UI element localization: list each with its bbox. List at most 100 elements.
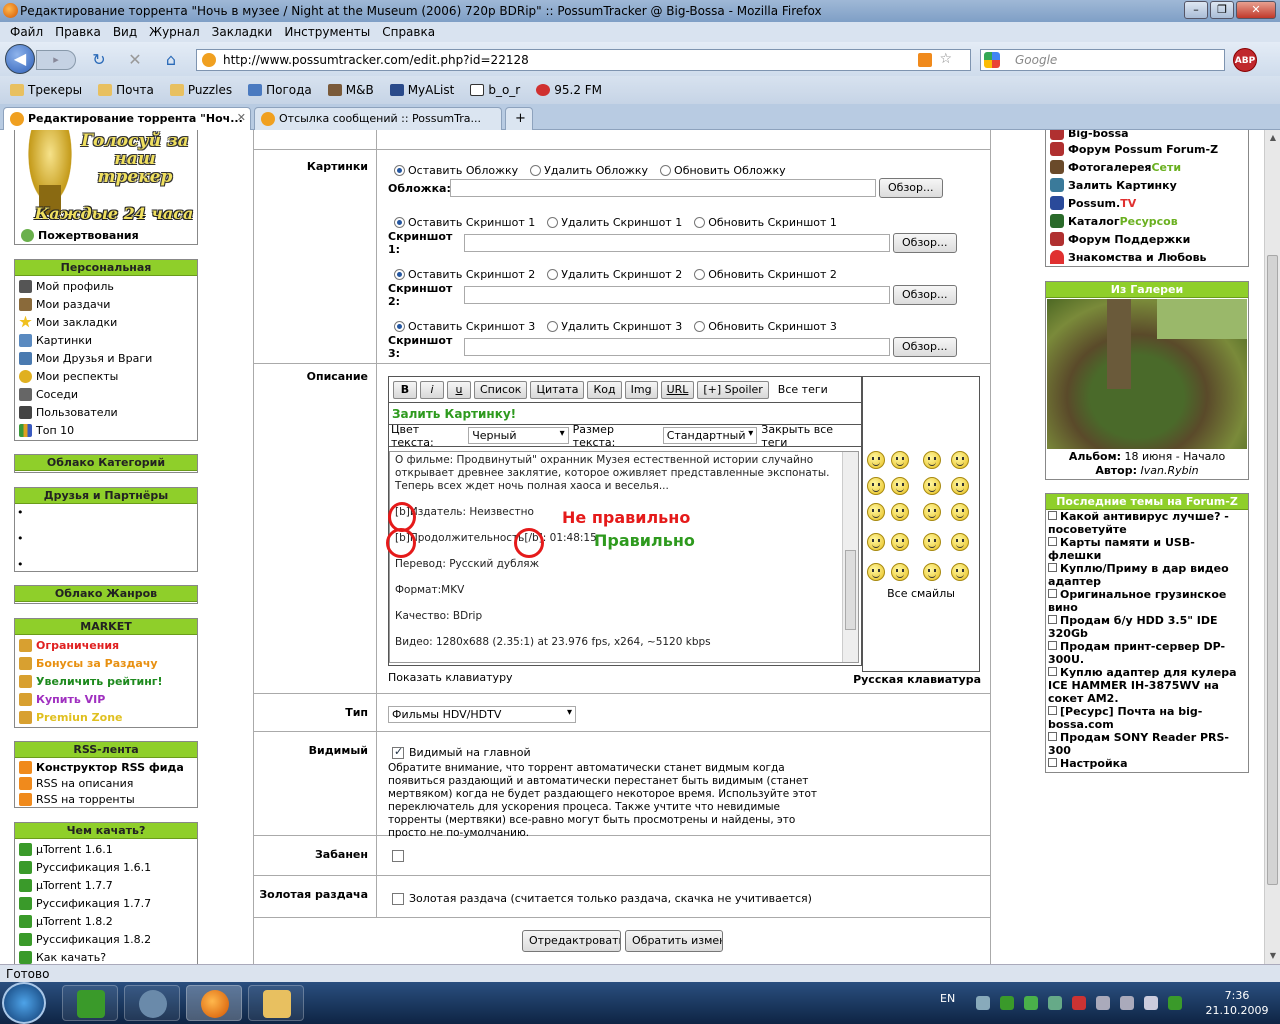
submit-edit-button[interactable]: Отредактровать bbox=[522, 930, 621, 952]
sidebar-item-users[interactable]: Пользователи bbox=[15, 402, 197, 420]
link-possum-tv[interactable]: Possum. TV bbox=[1046, 194, 1248, 212]
tray-icon[interactable] bbox=[1000, 996, 1014, 1010]
page-scrollbar[interactable]: ▲ ▼ bbox=[1264, 130, 1280, 964]
bookmark-star-icon[interactable]: ☆ bbox=[939, 51, 952, 67]
vote-banner[interactable]: Голосуй за наш трекер Каждые 24 часа Пож… bbox=[14, 130, 198, 245]
tray-icon[interactable] bbox=[976, 996, 990, 1010]
reload-icon[interactable]: ↻ bbox=[90, 51, 108, 69]
menu-file[interactable]: Файл bbox=[4, 22, 49, 42]
bookmark-trackers[interactable]: Трекеры bbox=[4, 81, 88, 99]
rus-161-link[interactable]: Руссификация 1.6.1 bbox=[15, 857, 197, 875]
forward-button[interactable]: ▸ bbox=[36, 50, 76, 70]
cover-delete-radio[interactable]: Удалить Обложку bbox=[530, 164, 648, 177]
shot2-update-radio[interactable]: Обновить Скриншот 2 bbox=[694, 268, 837, 281]
topic-link[interactable]: [Ресурс] Почта на big-bossa.com bbox=[1046, 705, 1248, 731]
how-to-download-link[interactable]: Как качать? bbox=[15, 947, 197, 964]
underline-button[interactable]: u bbox=[447, 380, 471, 399]
url-button[interactable]: URL bbox=[660, 380, 695, 399]
shot1-keep-radio[interactable]: Оставить Скриншот 1 bbox=[394, 216, 535, 229]
bookmark-radio[interactable]: 95.2 FM bbox=[530, 81, 608, 99]
bookmark-weather[interactable]: Погода bbox=[242, 81, 318, 99]
smiley-icon[interactable] bbox=[923, 503, 941, 521]
smiley-icon[interactable] bbox=[951, 533, 969, 551]
smiley-icon[interactable] bbox=[923, 563, 941, 581]
tray-icon[interactable] bbox=[1072, 996, 1086, 1010]
rss-feed-icon[interactable] bbox=[918, 53, 932, 67]
taskbar-utorrent[interactable] bbox=[62, 985, 118, 1021]
album-link[interactable]: 18 июня - Начало bbox=[1124, 450, 1225, 463]
sidebar-item-neighbors[interactable]: Соседи bbox=[15, 384, 197, 402]
show-keyboard-link[interactable]: Показать клавиатуру bbox=[388, 671, 513, 684]
link-photogallery[interactable]: Фотогалерея Сети bbox=[1046, 158, 1248, 176]
smiley-icon[interactable] bbox=[867, 451, 885, 469]
description-textarea[interactable]: О фильме: Продвинутый" охранник Музея ес… bbox=[389, 451, 859, 663]
rss-descriptions-link[interactable]: RSS на описания bbox=[15, 774, 197, 790]
topic-link[interactable]: Продам SONY Reader PRS-300 bbox=[1046, 731, 1248, 757]
close-tags-link[interactable]: Закрыть все теги bbox=[761, 423, 861, 449]
link-upload-picture[interactable]: Залить Картинку bbox=[1046, 176, 1248, 194]
market-item-rating[interactable]: Увеличить рейтинг! bbox=[15, 671, 197, 689]
scroll-up-icon[interactable]: ▲ bbox=[1265, 130, 1280, 146]
donate-link[interactable]: Пожертвования bbox=[21, 229, 139, 242]
genres-title[interactable]: Облако Жанров bbox=[15, 586, 197, 602]
bookmark-mb[interactable]: M&B bbox=[322, 81, 380, 99]
code-button[interactable]: Код bbox=[587, 380, 622, 399]
smiley-icon[interactable] bbox=[867, 533, 885, 551]
utorrent-177-link[interactable]: µTorrent 1.7.7 bbox=[15, 875, 197, 893]
shot3-browse-button[interactable]: Обзор... bbox=[893, 337, 957, 357]
tab-send-messages[interactable]: Отсылка сообщений :: PossumTra... bbox=[254, 107, 502, 130]
utorrent-182-link[interactable]: µTorrent 1.8.2 bbox=[15, 911, 197, 929]
shot2-keep-radio[interactable]: Оставить Скриншот 2 bbox=[394, 268, 535, 281]
cover-file-input[interactable] bbox=[450, 179, 876, 197]
italic-button[interactable]: i bbox=[420, 380, 444, 399]
shot2-delete-radio[interactable]: Удалить Скриншот 2 bbox=[547, 268, 682, 281]
topic-link[interactable]: Продам б/у HDD 3.5" IDE 320Gb bbox=[1046, 614, 1248, 640]
gallery-photo[interactable] bbox=[1047, 299, 1247, 449]
tray-icon[interactable] bbox=[1048, 996, 1062, 1010]
revert-changes-button[interactable]: Обратить изменения bbox=[625, 930, 723, 952]
shot3-update-radio[interactable]: Обновить Скриншот 3 bbox=[694, 320, 837, 333]
market-item-bonuses[interactable]: Бонусы за Раздачу bbox=[15, 653, 197, 671]
menu-bookmarks[interactable]: Закладки bbox=[206, 22, 279, 42]
bookmark-myalist[interactable]: MyAList bbox=[384, 81, 461, 99]
rss-torrents-link[interactable]: RSS на торренты bbox=[15, 790, 197, 806]
clock[interactable]: 7:36 21.10.2009 bbox=[1200, 988, 1274, 1018]
cover-keep-radio[interactable]: Оставить Обложку bbox=[394, 164, 518, 177]
smiley-icon[interactable] bbox=[867, 563, 885, 581]
sidebar-item-pictures[interactable]: Картинки bbox=[15, 330, 197, 348]
shot1-update-radio[interactable]: Обновить Скриншот 1 bbox=[694, 216, 837, 229]
tray-icon[interactable] bbox=[1120, 996, 1134, 1010]
all-tags-link[interactable]: Все теги bbox=[778, 383, 828, 396]
smiley-icon[interactable] bbox=[951, 477, 969, 495]
taskbar-kmplayer[interactable] bbox=[124, 985, 180, 1021]
cover-update-radio[interactable]: Обновить Обложку bbox=[660, 164, 786, 177]
market-item-vip[interactable]: Купить VIP bbox=[15, 689, 197, 707]
bold-button[interactable]: B bbox=[393, 380, 417, 399]
tray-icon[interactable] bbox=[1024, 996, 1038, 1010]
tab-edit-torrent[interactable]: Редактирование торрента "Ноч... ✕ bbox=[3, 107, 251, 130]
tray-icon[interactable] bbox=[1096, 996, 1110, 1010]
home-icon[interactable]: ⌂ bbox=[162, 51, 180, 69]
author-link[interactable]: Ivan.Rybin bbox=[1141, 464, 1199, 477]
rus-177-link[interactable]: Руссификация 1.7.7 bbox=[15, 893, 197, 911]
rus-182-link[interactable]: Руссификация 1.8.2 bbox=[15, 929, 197, 947]
taskbar-explorer[interactable] bbox=[248, 985, 304, 1021]
volume-icon[interactable] bbox=[1144, 996, 1158, 1010]
shot2-file-input[interactable] bbox=[464, 286, 890, 304]
sidebar-item-bookmarks[interactable]: Мои закладки bbox=[15, 312, 197, 330]
menu-history[interactable]: Журнал bbox=[143, 22, 206, 42]
sidebar-item-friends[interactable]: Мои Друзья и Враги bbox=[15, 348, 197, 366]
market-item-limits[interactable]: Ограничения bbox=[15, 635, 197, 653]
menu-tools[interactable]: Инструменты bbox=[278, 22, 376, 42]
topic-link[interactable]: Куплю/Приму в дар видео адаптер bbox=[1046, 562, 1248, 588]
search-input[interactable]: Google bbox=[980, 49, 1225, 71]
topic-link[interactable]: Настройка bbox=[1046, 757, 1248, 770]
scroll-down-icon[interactable]: ▼ bbox=[1265, 948, 1280, 964]
back-button[interactable]: ◀ bbox=[5, 44, 35, 74]
img-button[interactable]: Img bbox=[624, 380, 658, 399]
visible-checkbox[interactable] bbox=[392, 745, 404, 759]
topic-link[interactable]: Продам принт-сервер DP-300U. bbox=[1046, 640, 1248, 666]
link-resources[interactable]: Каталог Ресурсов bbox=[1046, 212, 1248, 230]
topic-link[interactable]: Какой антивирус лучше? - посоветуйте bbox=[1046, 510, 1248, 536]
bookmark-puzzles[interactable]: Puzzles bbox=[164, 81, 238, 99]
